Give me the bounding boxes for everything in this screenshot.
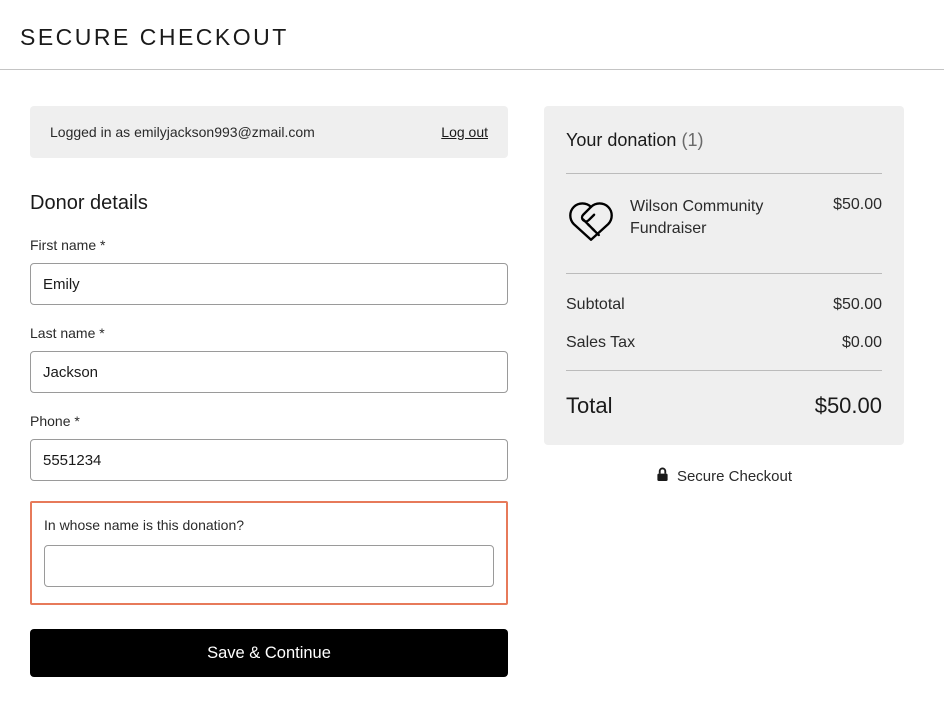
first-name-field[interactable] xyxy=(30,263,508,305)
subtotal-value: $50.00 xyxy=(833,296,882,314)
save-continue-button[interactable]: Save & Continue xyxy=(30,629,508,677)
summary-heading: Your donation (1) xyxy=(566,130,882,174)
donation-summary: Your donation (1) Wilson Community Fun xyxy=(544,106,904,445)
subtotal-row: Subtotal $50.00 xyxy=(566,286,882,324)
login-email: emilyjackson993@zmail.com xyxy=(134,124,315,140)
donor-details-heading: Donor details xyxy=(30,192,508,215)
subtotal-label: Subtotal xyxy=(566,296,625,314)
handshake-heart-icon xyxy=(566,196,616,251)
phone-label: Phone * xyxy=(30,413,508,429)
lock-icon xyxy=(656,467,669,486)
page-title: SECURE CHECKOUT xyxy=(20,24,924,51)
secure-checkout-line: Secure Checkout xyxy=(544,467,904,486)
donation-item-row: Wilson Community Fundraiser $50.00 xyxy=(566,174,882,274)
last-name-field[interactable] xyxy=(30,351,508,393)
total-row: Total $50.00 xyxy=(566,371,882,419)
secure-checkout-label: Secure Checkout xyxy=(677,468,792,485)
logout-link[interactable]: Log out xyxy=(441,124,488,140)
donation-item-name: Wilson Community Fundraiser xyxy=(630,196,819,241)
login-prefix: Logged in as xyxy=(50,124,134,140)
summary-count: (1) xyxy=(681,130,703,150)
logged-in-text: Logged in as emilyjackson993@zmail.com xyxy=(50,124,315,140)
total-value: $50.00 xyxy=(815,393,882,419)
dedication-label: In whose name is this donation? xyxy=(44,517,494,533)
tax-label: Sales Tax xyxy=(566,334,635,352)
dedication-field[interactable] xyxy=(44,545,494,587)
donation-item-price: $50.00 xyxy=(833,196,882,214)
dedication-highlight-box: In whose name is this donation? xyxy=(30,501,508,605)
phone-field[interactable] xyxy=(30,439,508,481)
login-status-bar: Logged in as emilyjackson993@zmail.com L… xyxy=(30,106,508,158)
summary-title-text: Your donation xyxy=(566,130,676,150)
tax-row: Sales Tax $0.00 xyxy=(566,324,882,362)
tax-value: $0.00 xyxy=(842,334,882,352)
last-name-label: Last name * xyxy=(30,325,508,341)
page-header: SECURE CHECKOUT xyxy=(0,0,944,70)
total-label: Total xyxy=(566,393,612,419)
first-name-label: First name * xyxy=(30,237,508,253)
